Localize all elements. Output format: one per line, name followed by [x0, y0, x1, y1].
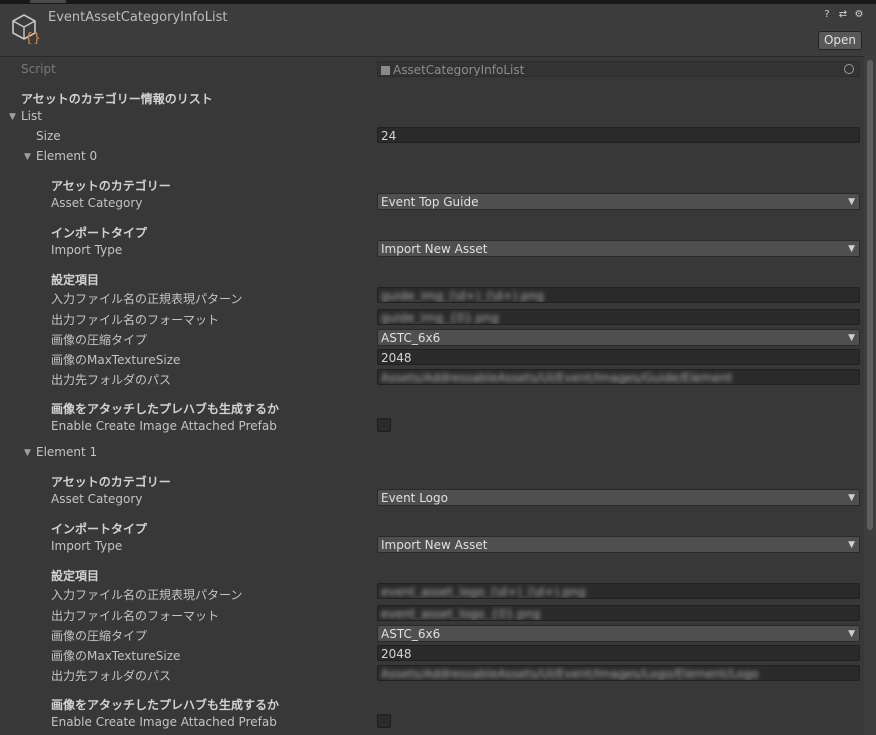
e1-prefab-label: Enable Create Image Attached Prefab [51, 715, 277, 729]
e0-prefab-header: 画像をアタッチしたプレハブも生成するか [51, 402, 280, 416]
list-foldout-icon[interactable]: ▼ [9, 112, 16, 122]
list-label[interactable]: List [21, 109, 42, 123]
e0-category-header: アセットのカテゴリー [51, 179, 171, 193]
scrollbar-thumb[interactable] [867, 60, 873, 530]
gear-icon[interactable]: ⚙ [854, 10, 864, 20]
element-1-label[interactable]: Element 1 [36, 445, 97, 459]
e1-input-regex-value: event_asset_logo_(\d+)_(\d+).png [381, 585, 586, 599]
open-button[interactable]: Open [818, 31, 862, 50]
e1-category-header: アセットのカテゴリー [51, 475, 171, 489]
chevron-down-icon: ▼ [848, 333, 855, 343]
e1-compression-dropdown[interactable]: ASTC_6x6 ▼ [377, 625, 860, 642]
e0-asset-category-value: Event Top Guide [381, 195, 479, 209]
element-1-foldout-icon[interactable]: ▼ [24, 448, 31, 458]
e1-output-folder-value: Assets/AddressableAssets/UI/Event/Images… [381, 667, 759, 681]
list-header: アセットのカテゴリー情報のリスト [21, 92, 213, 106]
script-label: Script [21, 62, 56, 76]
e0-asset-category-dropdown[interactable]: Event Top Guide ▼ [377, 193, 860, 210]
e1-asset-category-value: Event Logo [381, 491, 448, 505]
e0-input-regex-label: 入力ファイル名の正規表現パターン [51, 292, 243, 306]
e1-compression-value: ASTC_6x6 [381, 627, 441, 641]
e0-max-texture-label: 画像のMaxTextureSize [51, 353, 181, 367]
e1-asset-category-dropdown[interactable]: Event Logo ▼ [377, 489, 860, 506]
element-0-foldout-icon[interactable]: ▼ [24, 152, 31, 162]
script-field: AssetCategoryInfoList [377, 61, 860, 77]
e1-import-type-dropdown[interactable]: Import New Asset ▼ [377, 536, 860, 553]
e0-output-format-value: guide_img_{0}.png [381, 311, 499, 325]
e0-compression-label: 画像の圧縮タイプ [51, 333, 148, 347]
object-picker-icon [844, 64, 854, 74]
e1-output-folder-label: 出力先フォルダのパス [51, 669, 172, 683]
e1-max-texture-label: 画像のMaxTextureSize [51, 649, 181, 663]
e0-prefab-label: Enable Create Image Attached Prefab [51, 419, 277, 433]
preset-icon[interactable]: ⇄ [838, 10, 848, 20]
e1-prefab-checkbox[interactable] [377, 714, 391, 728]
e0-import-label: Import Type [51, 243, 123, 257]
size-input[interactable]: 24 [377, 127, 860, 143]
e0-compression-dropdown[interactable]: ASTC_6x6 ▼ [377, 329, 860, 346]
e0-input-regex-value: guide_img_(\d+)_(\d+).png [381, 289, 545, 303]
e1-compression-label: 画像の圧縮タイプ [51, 629, 148, 643]
e0-category-label: Asset Category [51, 196, 143, 210]
vertical-scrollbar[interactable] [864, 56, 876, 735]
e1-import-header: インポートタイプ [51, 522, 148, 536]
chevron-down-icon: ▼ [848, 493, 855, 503]
script-value: AssetCategoryInfoList [393, 63, 525, 77]
chevron-down-icon: ▼ [848, 244, 855, 254]
e0-output-folder-label: 出力先フォルダのパス [51, 373, 172, 387]
e1-output-format-field[interactable]: event_asset_logo_{0}.png [377, 605, 860, 621]
e1-settings-header: 設定項目 [51, 569, 100, 583]
e1-input-regex-field[interactable]: event_asset_logo_(\d+)_(\d+).png [377, 583, 860, 599]
e0-output-format-label: 出力ファイル名のフォーマット [51, 313, 220, 327]
chevron-down-icon: ▼ [848, 629, 855, 639]
script-asset-icon [381, 66, 390, 75]
e1-import-label: Import Type [51, 539, 123, 553]
size-label: Size [36, 129, 61, 143]
e0-output-folder-field[interactable]: Assets/AddressableAssets/UI/Event/Images… [377, 369, 860, 385]
e1-output-format-label: 出力ファイル名のフォーマット [51, 609, 220, 623]
e1-max-texture-input[interactable]: 2048 [377, 645, 860, 661]
chevron-down-icon: ▼ [848, 540, 855, 550]
e1-input-regex-label: 入力ファイル名の正規表現パターン [51, 588, 243, 602]
inspector-header: {} EventAssetCategoryInfoList ? ⇄ ⚙ Open [0, 4, 876, 57]
asset-title: EventAssetCategoryInfoList [48, 10, 228, 25]
chevron-down-icon: ▼ [848, 197, 855, 207]
e1-output-folder-field[interactable]: Assets/AddressableAssets/UI/Event/Images… [377, 665, 860, 681]
e0-max-texture-input[interactable]: 2048 [377, 349, 860, 365]
header-tools: ? ⇄ ⚙ [822, 10, 864, 20]
e1-prefab-header: 画像をアタッチしたプレハブも生成するか [51, 698, 280, 712]
e0-import-header: インポートタイプ [51, 226, 148, 240]
element-0-label[interactable]: Element 0 [36, 149, 97, 163]
svg-text:{}: {} [25, 31, 41, 44]
e0-output-format-field[interactable]: guide_img_{0}.png [377, 309, 860, 325]
e1-category-label: Asset Category [51, 492, 143, 506]
e0-prefab-checkbox[interactable] [377, 418, 391, 432]
e0-import-type-dropdown[interactable]: Import New Asset ▼ [377, 240, 860, 257]
active-tab[interactable] [30, 0, 66, 3]
e0-import-type-value: Import New Asset [381, 242, 488, 256]
help-icon[interactable]: ? [822, 10, 832, 20]
e0-settings-header: 設定項目 [51, 273, 100, 287]
e1-import-type-value: Import New Asset [381, 538, 488, 552]
e0-output-folder-value: Assets/AddressableAssets/UI/Event/Images… [381, 371, 733, 385]
scriptable-object-icon: {} [12, 14, 41, 44]
e0-compression-value: ASTC_6x6 [381, 331, 441, 345]
e1-output-format-value: event_asset_logo_{0}.png [381, 607, 541, 621]
e0-input-regex-field[interactable]: guide_img_(\d+)_(\d+).png [377, 287, 860, 303]
